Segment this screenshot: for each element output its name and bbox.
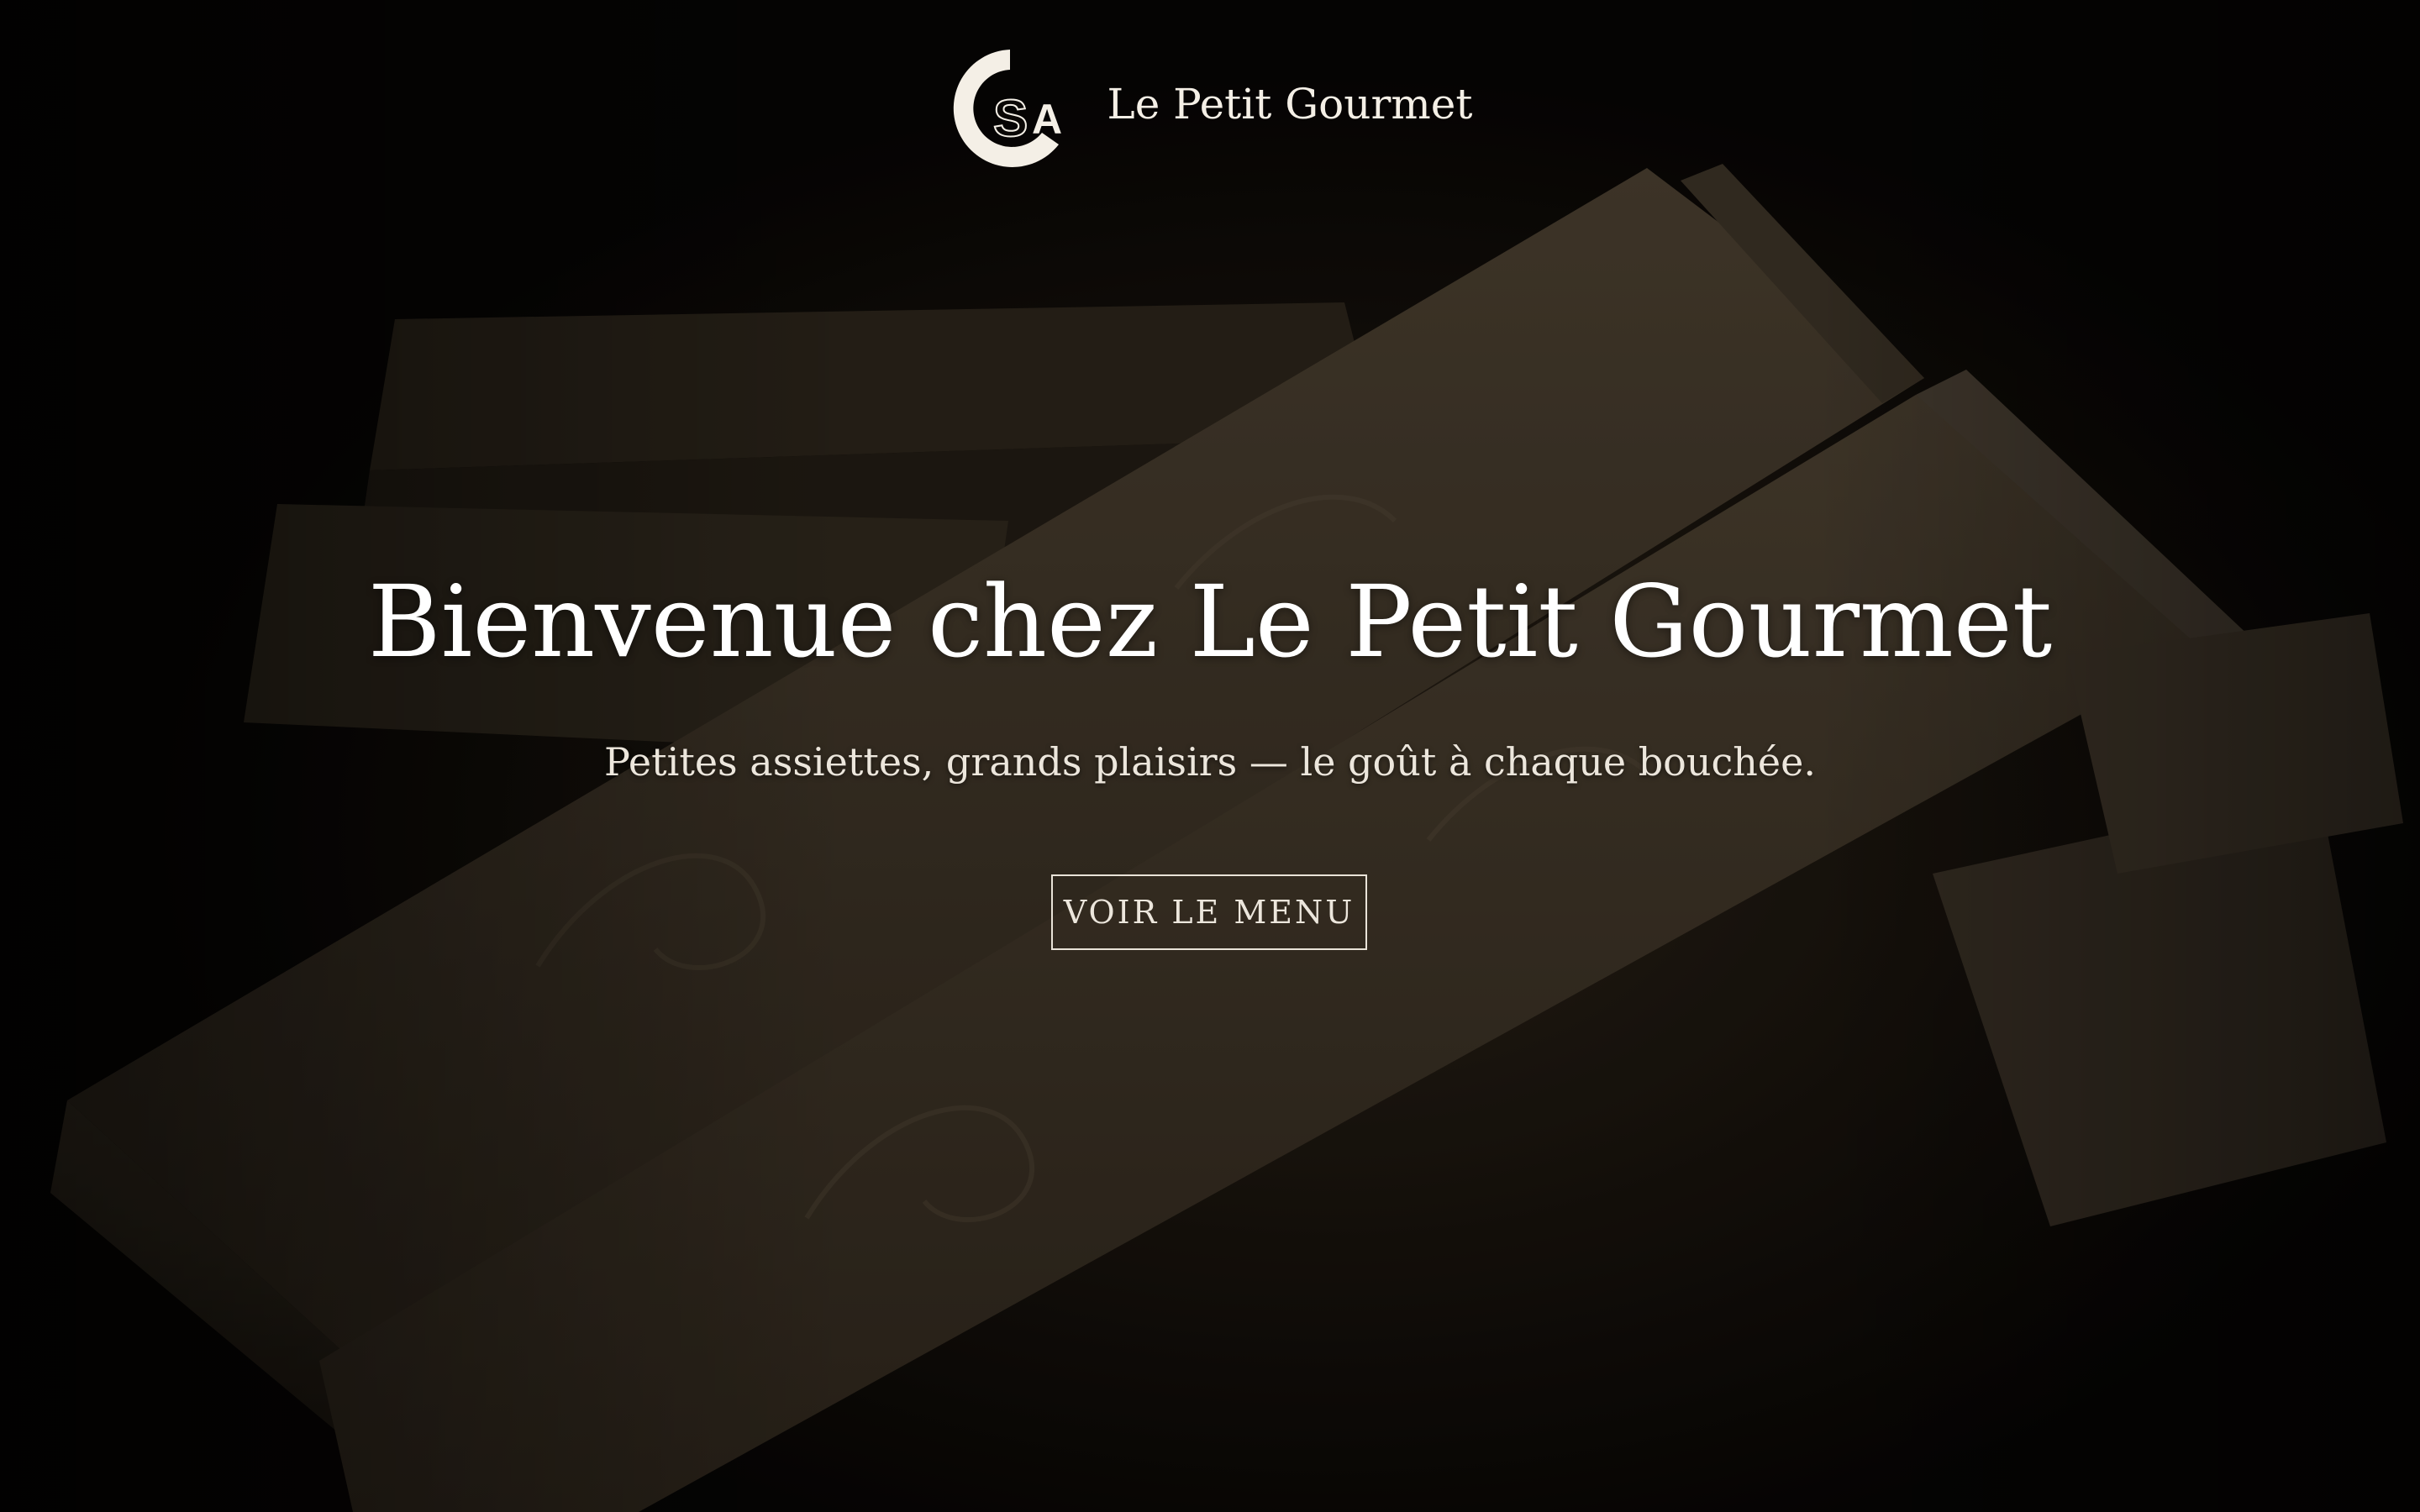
svg-text:S: S	[993, 90, 1028, 148]
hero-headline: Bienvenue chez Le Petit Gourmet	[367, 564, 2053, 680]
svg-text:A: A	[1032, 96, 1062, 143]
brand-logo-icon[interactable]: S A	[948, 45, 1082, 171]
view-menu-button[interactable]: VOIR LE MENU	[1051, 874, 1367, 950]
hero-subheadline: Petites assiettes, grands plaisirs — le …	[604, 739, 1816, 785]
brand-name[interactable]: Le Petit Gourmet	[1107, 80, 1473, 129]
hero-section: S A Le Petit Gourmet Bienvenue chez Le P…	[0, 0, 2420, 1512]
brand-header: S A Le Petit Gourmet	[0, 45, 2420, 171]
